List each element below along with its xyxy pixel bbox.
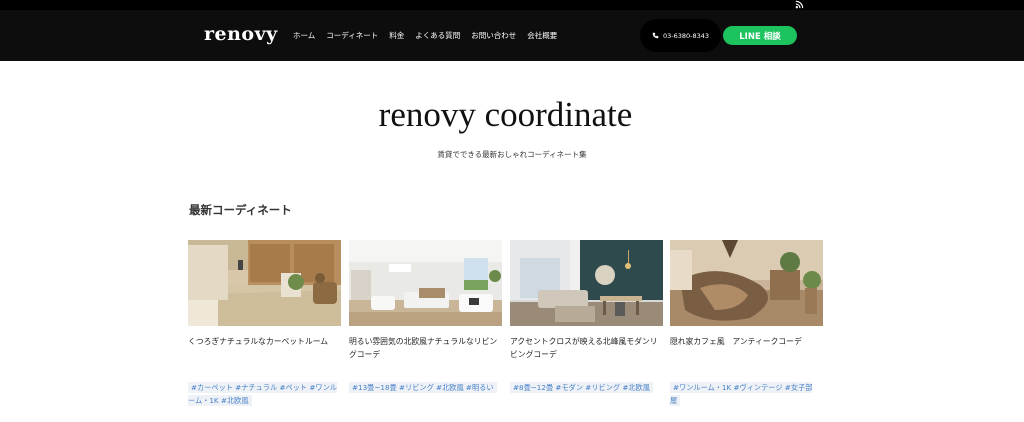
card-tags: #8畳~12畳 #モダン #リビング #北欧風 (510, 381, 663, 394)
card-title[interactable]: 明るい雰囲気の北欧風ナチュラルなリビングコーデ (349, 335, 502, 361)
top-strip (0, 0, 1024, 10)
card-thumbnail[interactable] (188, 240, 341, 326)
card-tag-list[interactable]: #8畳~12畳 #モダン #リビング #北欧風 (510, 382, 653, 393)
rss-icon[interactable] (795, 0, 804, 9)
coordinate-card[interactable]: 隠れ家カフェ風 アンティークコーデ #ワンルーム・1K #ヴィンテージ #女子部… (670, 240, 823, 406)
card-thumbnail[interactable] (349, 240, 502, 326)
coordinate-card[interactable]: アクセントクロスが映える北峰風モダンリビングコーデ #8畳~12畳 #モダン #… (510, 240, 663, 393)
page-title: renovy coordinate (361, 92, 650, 137)
site-header: renovy ホーム コーディネート 料金 よくある質問 お問い合わせ 会社概要… (0, 10, 1024, 61)
nav-item-company[interactable]: 会社概要 (527, 30, 557, 41)
card-thumbnail[interactable] (510, 240, 663, 326)
card-tags: #13畳~18畳 #リビング #北欧風 #明るい (349, 381, 502, 394)
card-tags: #ワンルーム・1K #ヴィンテージ #女子部屋 (670, 381, 823, 407)
main-nav: ホーム コーディネート 料金 よくある質問 お問い合わせ 会社概要 (293, 30, 568, 41)
page-subtitle: 賃貸でできる最新おしゃれコーディネート集 (437, 150, 587, 159)
section-title: 最新コーディネート (189, 203, 292, 217)
phone-number: 03-6380-8343 (662, 31, 710, 40)
nav-item-faq[interactable]: よくある質問 (415, 30, 460, 41)
site-logo[interactable]: renovy (204, 23, 278, 45)
phone-icon (652, 32, 659, 39)
phone-button[interactable]: 03-6380-8343 (640, 19, 721, 52)
card-tag-list[interactable]: #ワンルーム・1K #ヴィンテージ #女子部屋 (670, 382, 813, 406)
card-title[interactable]: アクセントクロスが映える北峰風モダンリビングコーデ (510, 335, 663, 361)
card-tags: #カーペット #ナチュラル #ペット #ワンルーム・1K #北欧風 (188, 381, 341, 407)
nav-item-pricing[interactable]: 料金 (389, 30, 404, 41)
nav-item-coordinate[interactable]: コーディネート (326, 30, 378, 41)
coordinate-card[interactable]: 明るい雰囲気の北欧風ナチュラルなリビングコーデ #13畳~18畳 #リビング #… (349, 240, 502, 393)
nav-item-contact[interactable]: お問い合わせ (471, 30, 516, 41)
card-title[interactable]: くつろぎナチュラルなカーペットルーム (188, 335, 341, 361)
card-thumbnail[interactable] (670, 240, 823, 326)
card-tag-list[interactable]: #13畳~18畳 #リビング #北欧風 #明るい (349, 382, 497, 393)
coordinate-card[interactable]: くつろぎナチュラルなカーペットルーム #カーペット #ナチュラル #ペット #ワ… (188, 240, 341, 406)
line-consult-button[interactable]: LINE 相談 (723, 26, 797, 45)
nav-item-home[interactable]: ホーム (293, 30, 315, 41)
card-tag-list[interactable]: #カーペット #ナチュラル #ペット #ワンルーム・1K #北欧風 (188, 382, 337, 406)
card-title[interactable]: 隠れ家カフェ風 アンティークコーデ (670, 335, 823, 361)
